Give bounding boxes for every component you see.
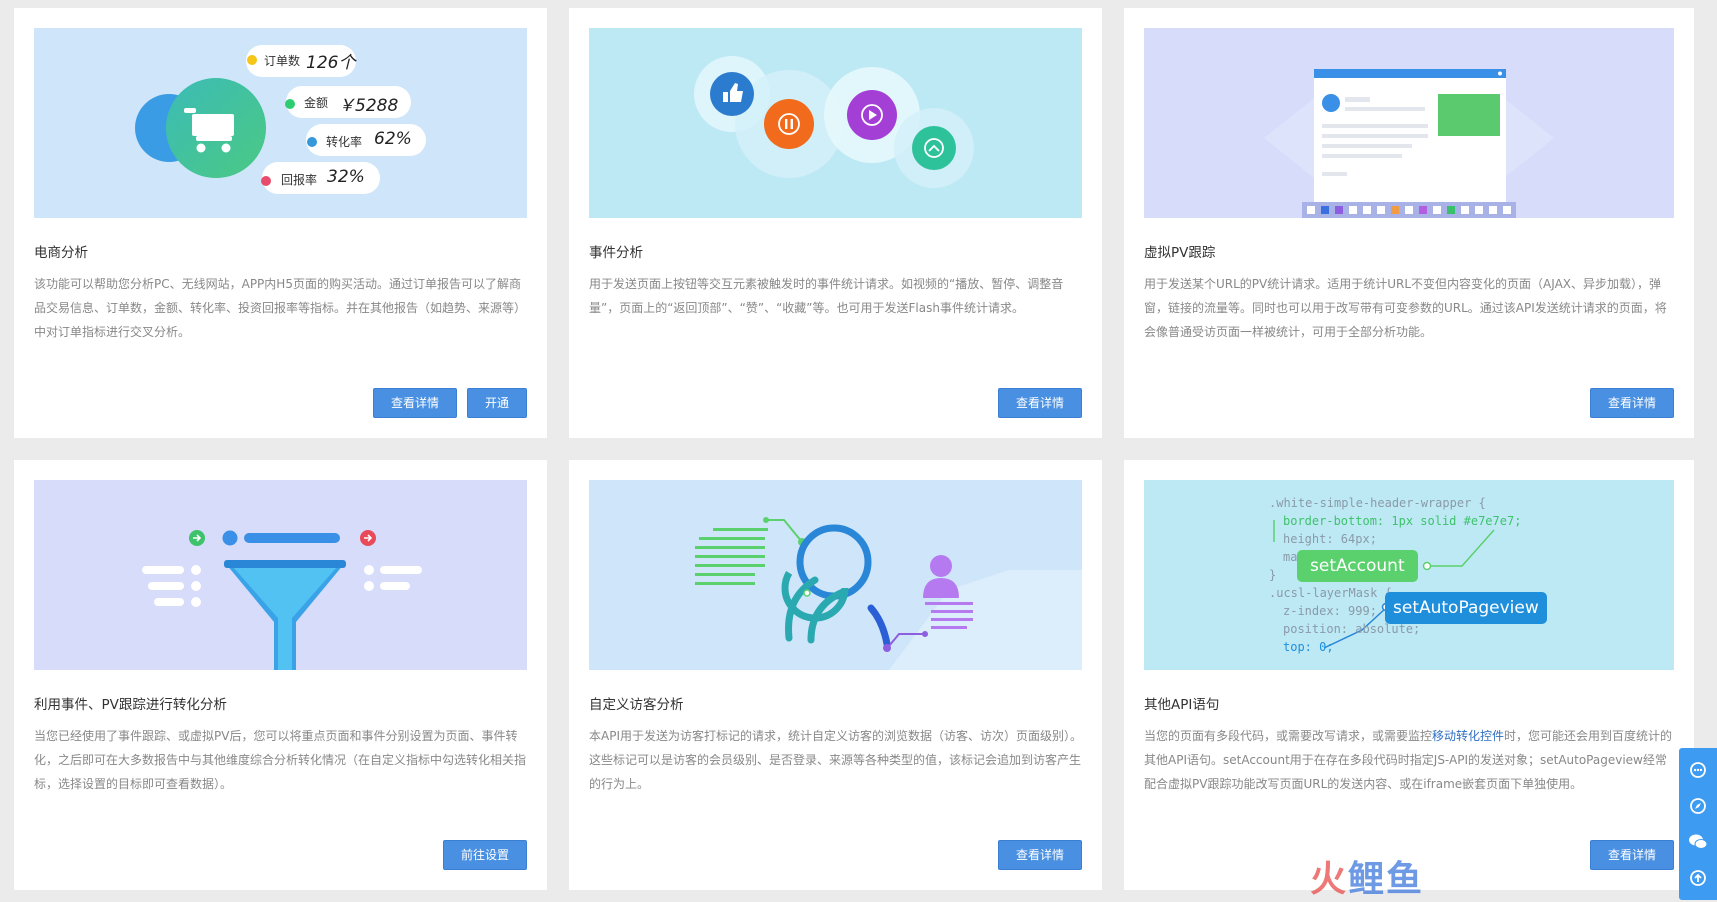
card-other-api-statements: .white-simple-header-wrapper { border-bo… [1124, 460, 1694, 890]
go-to-settings-button[interactable]: 前往设置 [442, 840, 527, 870]
card-actions: 查看详情 [997, 388, 1082, 418]
card-actions: 前往设置 [442, 840, 527, 870]
visitor-illustration [589, 480, 1082, 670]
metric-orders-value: 126个 [306, 53, 356, 73]
metric-orders-label: 订单数 [264, 54, 301, 68]
card-title: 电商分析 [34, 245, 88, 261]
card-description: 当您的页面有多段代码，或需要改写请求，或需要监控移动转化控件时，您可能还会用到百… [1144, 724, 1674, 796]
wechat-icon[interactable] [1685, 829, 1711, 855]
metric-roi-value: 32% [327, 167, 365, 187]
set-account-bubble: setAccount [1297, 550, 1418, 582]
ecommerce-illustration: 订单数 126个 金额 ￥5288 转化率 62% 回报率 32% [34, 28, 527, 218]
card-title: 虚拟PV跟踪 [1144, 245, 1216, 261]
mobile-conversion-control-link[interactable]: 移动转化控件 [1432, 729, 1504, 743]
api-code-illustration: .white-simple-header-wrapper { border-bo… [1144, 480, 1674, 670]
card-actions: 查看详情 开通 [372, 388, 527, 418]
card-description: 用于发送页面上按钮等交互元素被触发时的事件统计请求。如视频的“播放、暂停、调整音… [589, 277, 1064, 315]
view-details-button[interactable]: 查看详情 [1589, 388, 1674, 418]
activate-button[interactable]: 开通 [466, 388, 527, 418]
card-title: 其他API语句 [1144, 697, 1220, 713]
card-ecommerce-analysis: 订单数 126个 金额 ￥5288 转化率 62% 回报率 32% 电商分析 该… [14, 8, 547, 438]
card-actions: 查看详情 [1589, 388, 1674, 418]
page-dots [1307, 206, 1511, 214]
card-description: 该功能可以帮助您分析PC、无线网站，APP内H5页面的购买活动。通过订单报告可以… [34, 277, 527, 339]
play-icon [847, 90, 897, 140]
metric-amount-value: ￥5288 [338, 96, 399, 116]
card-virtual-pv-tracking: 虚拟PV跟踪 用于发送某个URL的PV统计请求。适用于统计URL不变但内容变化的… [1124, 8, 1694, 438]
set-auto-pageview-bubble: setAutoPageview [1385, 592, 1547, 624]
card-description: 用于发送某个URL的PV统计请求。适用于统计URL不变但内容变化的页面（AJAX… [1144, 277, 1667, 339]
back-to-top-icon [912, 126, 956, 170]
code-line: border-bottom: 1px solid #e7e7e7; [1283, 514, 1522, 528]
code-line: .white-simple-header-wrapper { [1269, 496, 1486, 510]
card-title: 利用事件、PV跟踪进行转化分析 [34, 697, 227, 713]
metric-roi-label: 回报率 [281, 173, 318, 187]
card-title: 事件分析 [589, 245, 643, 261]
side-toolbar [1679, 748, 1717, 900]
card-actions: 查看详情 [1589, 840, 1674, 870]
event-illustration [589, 28, 1082, 218]
code-line: height: 64px; [1283, 532, 1377, 546]
compass-icon[interactable] [1685, 793, 1711, 819]
thumbs-up-icon [710, 72, 754, 116]
metric-conversion-value: 62% [374, 129, 412, 149]
user-profile-icon [923, 555, 959, 598]
virtual-pv-illustration [1144, 28, 1674, 218]
card-title: 自定义访客分析 [589, 697, 684, 713]
chat-icon[interactable] [1685, 757, 1711, 783]
metric-conversion-label: 转化率 [326, 135, 363, 149]
card-custom-visitor-analysis: 自定义访客分析 本API用于发送为访客打标记的请求，统计自定义访客的浏览数据（访… [569, 460, 1102, 890]
card-conversion-analysis: 利用事件、PV跟踪进行转化分析 当您已经使用了事件跟踪、或虚拟PV后，您可以将重… [14, 460, 547, 890]
card-description: 当您已经使用了事件跟踪、或虚拟PV后，您可以将重点页面和事件分别设置为页面、事件… [34, 729, 527, 791]
view-details-button[interactable]: 查看详情 [997, 840, 1082, 870]
metric-amount-label: 金额 [304, 96, 329, 110]
card-actions: 查看详情 [997, 840, 1082, 870]
view-details-button[interactable]: 查看详情 [1589, 840, 1674, 870]
code-line: top: 0; [1283, 640, 1334, 654]
description-text: 当您的页面有多段代码，或需要改写请求，或需要监控 [1144, 729, 1433, 743]
view-details-button[interactable]: 查看详情 [372, 388, 457, 418]
pause-icon [764, 99, 814, 149]
card-description: 本API用于发送为访客打标记的请求，统计自定义访客的浏览数据（访客、访次）页面级… [589, 729, 1082, 791]
funnel-illustration [34, 480, 527, 670]
forward-arrow-icon [360, 530, 376, 546]
watermark-logo: 火鲤鱼 [1310, 859, 1425, 900]
forward-arrow-icon [189, 530, 205, 546]
card-event-analysis: 事件分析 用于发送页面上按钮等交互元素被触发时的事件统计请求。如视频的“播放、暂… [569, 8, 1102, 438]
back-to-top-icon[interactable] [1685, 865, 1711, 891]
view-details-button[interactable]: 查看详情 [997, 388, 1082, 418]
